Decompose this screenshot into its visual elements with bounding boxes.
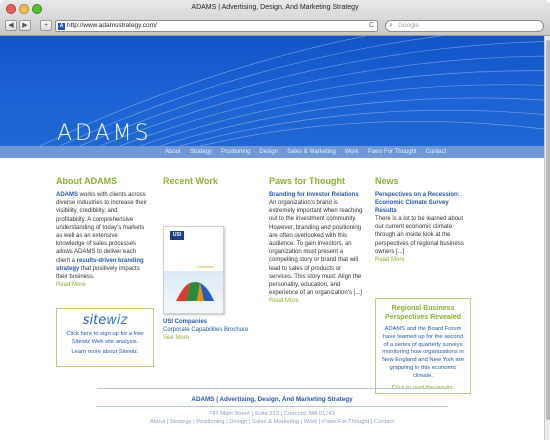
sitewiz-signup-link[interactable]: Click here to sign up for a free Sitewiz…: [57, 331, 153, 346]
add-bookmark-button[interactable]: +: [40, 20, 52, 31]
url-text: http://www.adamsstrategy.com/: [67, 22, 157, 29]
recent-work-caption: USI Companies Corporate Capabilities Bro…: [163, 318, 273, 342]
page-viewport: ADAMS About Strategy Positioning Design …: [0, 36, 544, 440]
news-headline[interactable]: Perspectives on a Recession: Economic Cl…: [375, 191, 470, 215]
nav-strategy[interactable]: Strategy: [190, 146, 212, 158]
news-section: News Perspectives on a Recession: Econom…: [375, 176, 470, 263]
about-section: About ADAMS ADAMS works with clients acr…: [56, 176, 148, 288]
about-heading: About ADAMS: [56, 176, 118, 186]
adams-logo[interactable]: ADAMS: [57, 121, 152, 146]
nav-about[interactable]: About: [165, 146, 181, 158]
paws-section: Paws for Thought Branding for Investor R…: [269, 176, 364, 304]
footer-address: 747 Main Street | Suite 312 | Concord, M…: [208, 411, 336, 417]
see-more-link[interactable]: See More: [163, 334, 273, 342]
regional-perspectives-box: Regional Business Perspectives Revealed …: [375, 298, 471, 394]
about-read-more-link[interactable]: Read More: [56, 282, 148, 288]
hero-banner: ADAMS: [0, 36, 544, 146]
nav-sales-marketing[interactable]: Sales & Marketing: [287, 146, 336, 158]
browser-window: ADAMS | Advertising, Design, And Marketi…: [0, 0, 550, 440]
caption-subtitle: Corporate Capabilities Brochure: [163, 327, 249, 333]
nav-paws-for-thought[interactable]: Paws For Thought: [368, 146, 417, 158]
sitewiz-logo: sitewiz: [57, 313, 153, 328]
footer-divider: [97, 388, 447, 389]
sitewiz-box[interactable]: sitewiz Click here to sign up for a free…: [56, 308, 154, 367]
page-footer: ADAMS | Advertising, Design, And Marketi…: [0, 388, 544, 426]
news-heading: News: [375, 176, 399, 186]
usi-logo: USI: [170, 231, 184, 240]
parachute-graphic: [176, 282, 214, 301]
address-bar[interactable]: A http://www.adamsstrategy.com/ C: [55, 20, 378, 32]
search-icon: ⌕: [389, 22, 393, 29]
site-favicon-icon: A: [58, 23, 65, 30]
search-placeholder: Google: [398, 22, 419, 29]
brochure-thumbnail[interactable]: USI Solutions: [163, 226, 224, 314]
paws-body: An organization's brand is extremely imp…: [269, 200, 363, 297]
regional-body: ADAMS and the Board Forum have teamed up…: [382, 326, 464, 379]
paws-headline[interactable]: Branding for Investor Relations: [269, 191, 364, 199]
news-body: There is a lot to be learned about our c…: [375, 216, 464, 255]
news-read-more-link[interactable]: Read More: [375, 257, 470, 263]
vertical-scrollbar[interactable]: [544, 36, 550, 440]
brochure-photo: [164, 271, 223, 313]
nav-contact[interactable]: Contact: [426, 146, 447, 158]
about-body-1: works with clients across diverse indust…: [56, 192, 148, 264]
search-input[interactable]: ⌕ Google: [385, 20, 544, 32]
sitewiz-logo-a: site: [82, 313, 107, 328]
scrollbar-thumb[interactable]: [546, 40, 550, 420]
nav-design[interactable]: Design: [259, 146, 278, 158]
paws-read-more-link[interactable]: Read More: [269, 298, 364, 304]
sitewiz-learn-more-link[interactable]: Learn more about Sitewiz.: [57, 349, 153, 357]
recent-work-heading: Recent Work: [163, 176, 218, 186]
site-nav: About Strategy Positioning Design Sales …: [0, 146, 544, 158]
caption-title[interactable]: USI Companies: [163, 318, 273, 326]
brochure-tagline: Solutions: [197, 264, 214, 269]
paws-heading: Paws for Thought: [269, 176, 345, 186]
nav-work[interactable]: Work: [345, 146, 359, 158]
back-button[interactable]: ◀: [5, 20, 17, 31]
about-body: ADAMS works with clients across diverse …: [56, 191, 148, 281]
sitewiz-logo-b: wiz: [106, 313, 128, 328]
forward-button[interactable]: ▶: [19, 20, 31, 31]
footer-title: ADAMS | Advertising, Design, And Marketi…: [191, 396, 353, 403]
nav-positioning[interactable]: Positioning: [221, 146, 250, 158]
regional-heading: Regional Business Perspectives Revealed: [385, 305, 461, 321]
footer-divider-2: [97, 406, 447, 407]
window-title: ADAMS | Advertising, Design, And Marketi…: [191, 4, 359, 11]
footer-links[interactable]: About | Strategy | Positioning | Design …: [0, 418, 544, 426]
recent-work-section: Recent Work: [163, 176, 258, 191]
title-bar: ADAMS | Advertising, Design, And Marketi…: [0, 0, 550, 36]
about-brand: ADAMS: [56, 192, 78, 198]
reload-icon[interactable]: C: [369, 21, 374, 31]
